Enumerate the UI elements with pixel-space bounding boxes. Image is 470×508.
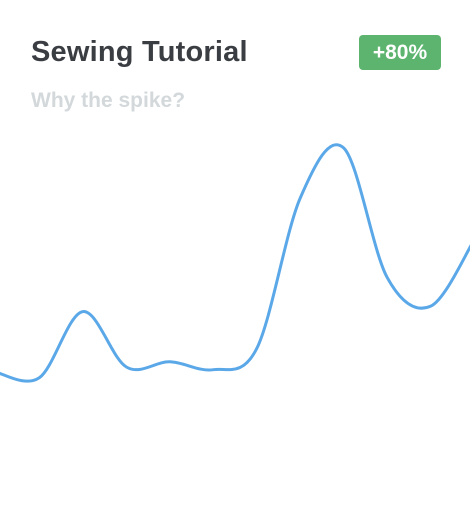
- trend-card: Sewing Tutorial Why the spike? +80%: [0, 0, 470, 508]
- trend-chart: [0, 143, 470, 383]
- series-line: [0, 143, 470, 383]
